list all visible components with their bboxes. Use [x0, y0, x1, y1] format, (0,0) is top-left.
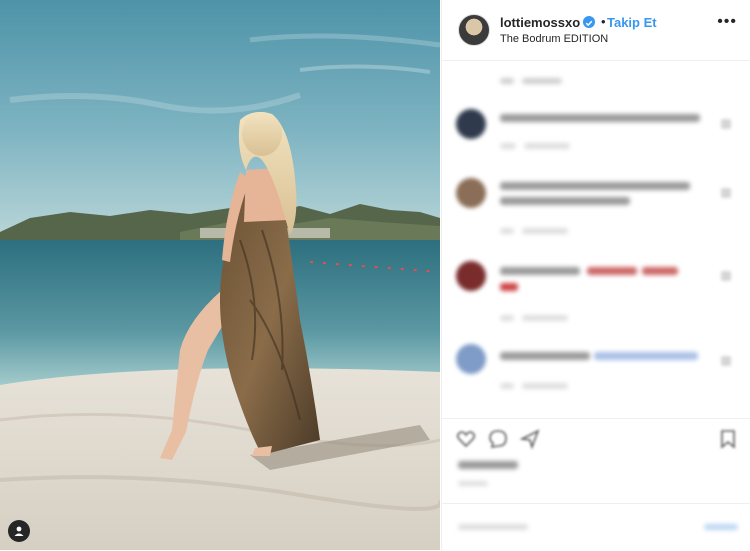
comment-meta — [500, 143, 516, 149]
share-icon[interactable] — [520, 429, 540, 449]
comment-emoji — [500, 283, 518, 291]
post-timestamp — [458, 481, 488, 486]
heart-icon[interactable] — [456, 429, 476, 449]
instagram-post: lottiemossxo • Takip Et The Bodrum EDITI… — [0, 0, 750, 550]
comment-text — [500, 114, 700, 122]
comment-item — [442, 62, 750, 102]
comment-text — [500, 267, 580, 275]
comment-item — [442, 255, 750, 330]
post-sidebar: lottiemossxo • Takip Et The Bodrum EDITI… — [441, 0, 750, 550]
commenter-avatar[interactable] — [456, 109, 486, 139]
comment-input[interactable] — [458, 524, 528, 530]
more-options-icon[interactable]: ••• — [717, 14, 737, 30]
comment-like-icon[interactable] — [721, 119, 731, 129]
username[interactable]: lottiemossxo — [500, 15, 580, 30]
person-glyph — [14, 526, 24, 536]
location-link[interactable]: The Bodrum EDITION — [500, 33, 608, 45]
beach-photo-illustration — [0, 0, 440, 550]
comment-meta — [500, 315, 514, 321]
comment-meta — [500, 78, 514, 84]
commenter-avatar[interactable] — [456, 178, 486, 208]
comment-like-icon[interactable] — [721, 271, 731, 281]
comment-emoji — [587, 267, 637, 275]
person-icon[interactable] — [8, 520, 30, 542]
comment-reply-link[interactable] — [522, 78, 562, 84]
comment-icon[interactable] — [488, 429, 508, 449]
comment-emoji — [642, 267, 678, 275]
comment-reply-link[interactable] — [522, 315, 568, 321]
post-comment-button[interactable] — [704, 524, 738, 530]
comment-mention-link[interactable] — [594, 352, 698, 360]
comment-reply-link[interactable] — [522, 383, 568, 389]
follow-button[interactable]: Takip Et — [607, 15, 657, 30]
avatar[interactable] — [458, 14, 490, 46]
comment-composer — [442, 503, 750, 551]
separator-dot: • — [601, 14, 606, 29]
commenter-avatar[interactable] — [456, 344, 486, 374]
comment-text-line — [500, 197, 630, 205]
comment-meta — [500, 228, 514, 234]
checkmark-icon — [585, 20, 593, 27]
comment-item — [442, 170, 750, 245]
comment-text — [500, 182, 690, 190]
verified-badge-icon — [583, 16, 595, 28]
comment-meta — [500, 383, 514, 389]
comment-item — [442, 105, 750, 160]
comment-text — [500, 352, 590, 360]
post-photo[interactable] — [0, 0, 440, 550]
commenter-avatar[interactable] — [456, 261, 486, 291]
bookmark-icon[interactable] — [718, 429, 738, 449]
comment-like-icon[interactable] — [721, 188, 731, 198]
post-header: lottiemossxo • Takip Et The Bodrum EDITI… — [442, 0, 750, 61]
likes-count[interactable] — [458, 461, 518, 469]
comment-reply-link[interactable] — [524, 143, 570, 149]
comment-like-icon[interactable] — [721, 356, 731, 366]
comment-reply-link[interactable] — [522, 228, 568, 234]
comment-item — [442, 340, 750, 400]
